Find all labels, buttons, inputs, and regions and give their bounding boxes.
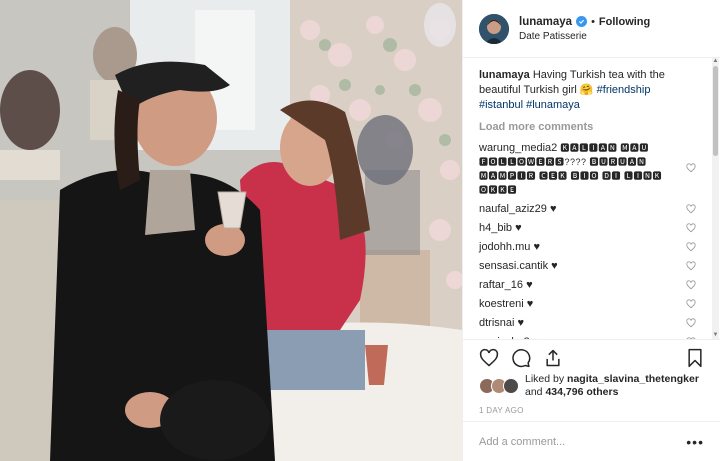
comment-row: dtrisnai ♥ bbox=[479, 316, 696, 330]
comment-text-block: dtrisnai ♥ bbox=[479, 316, 686, 330]
comment-text: ♥ bbox=[526, 298, 534, 310]
comment-text: ♥ bbox=[533, 241, 540, 253]
likes-count-link[interactable]: 434,796 others bbox=[545, 386, 618, 398]
comment-row: h4_bib ♥ bbox=[479, 221, 696, 235]
likes-summary: Liked by nagita_slavina_thetengker and 4… bbox=[479, 373, 704, 399]
load-more-comments-button[interactable]: Load more comments bbox=[479, 121, 696, 133]
likes-and: and bbox=[525, 386, 543, 398]
action-bar bbox=[463, 339, 720, 375]
bookmark-icon[interactable] bbox=[686, 348, 704, 368]
like-comment-heart-icon[interactable] bbox=[686, 242, 696, 252]
location-link[interactable]: Date Patisserie bbox=[519, 31, 650, 42]
post-window: lunamaya • Following Date Patisserie lun… bbox=[0, 0, 720, 461]
liker-avatars bbox=[479, 378, 519, 394]
comment-text: ♥ bbox=[517, 317, 525, 329]
comment-username[interactable]: dtrisnai bbox=[479, 317, 514, 329]
scrollbar-thumb[interactable] bbox=[713, 66, 718, 156]
comment-username[interactable]: naufal_aziz29 bbox=[479, 203, 547, 215]
comment-text-block: koestreni ♥ bbox=[479, 297, 686, 311]
liker-username-link[interactable]: nagita_slavina_thetengker bbox=[567, 373, 699, 385]
header-text: lunamaya • Following Date Patisserie bbox=[519, 16, 650, 42]
following-button[interactable]: Following bbox=[599, 16, 650, 28]
post-side-panel: lunamaya • Following Date Patisserie lun… bbox=[462, 0, 720, 461]
comment-username[interactable]: koestreni bbox=[479, 298, 524, 310]
like-comment-heart-icon[interactable] bbox=[686, 223, 696, 233]
like-comment-heart-icon[interactable] bbox=[686, 280, 696, 290]
scroll-up-arrow-icon[interactable]: ▲ bbox=[712, 58, 719, 65]
comment-text-block: naufal_aziz29 ♥ bbox=[479, 202, 686, 216]
username-link[interactable]: lunamaya bbox=[519, 16, 572, 28]
comment-text-block: sensasi.cantik ♥ bbox=[479, 259, 686, 273]
like-heart-icon[interactable] bbox=[479, 348, 499, 368]
comment-row: naufal_aziz29 ♥ bbox=[479, 202, 696, 216]
add-comment-bar: Add a comment... ••• bbox=[463, 421, 720, 461]
more-options-icon[interactable]: ••• bbox=[686, 434, 704, 450]
comment-text-block: warung_media2 🅺🅰🅻🅸🅰🅽 🅼🅰🆄 🅵🅾🅻🅻🅾🆆🅴🆁🆂???? 🅱… bbox=[479, 141, 686, 197]
like-comment-heart-icon[interactable] bbox=[686, 318, 696, 328]
comments-scrollbar[interactable]: ▲ ▼ bbox=[712, 58, 719, 339]
comment-row: jodohh.mu ♥ bbox=[479, 240, 696, 254]
post-photo[interactable] bbox=[0, 0, 462, 461]
separator-dot: • bbox=[591, 15, 595, 28]
comment-text: ♥ bbox=[549, 203, 557, 215]
comment-row: warung_media2 🅺🅰🅻🅸🅰🅽 🅼🅰🆄 🅵🅾🅻🅻🅾🆆🅴🆁🆂???? 🅱… bbox=[479, 141, 696, 197]
likes-text: Liked by nagita_slavina_thetengker and 4… bbox=[525, 373, 699, 399]
like-comment-heart-icon[interactable] bbox=[686, 204, 696, 214]
caption: lunamaya Having Turkish tea with the bea… bbox=[479, 68, 696, 113]
comment-username[interactable]: h4_bib bbox=[479, 222, 512, 234]
like-comment-heart-icon[interactable] bbox=[686, 163, 696, 173]
like-comment-heart-icon[interactable] bbox=[686, 261, 696, 271]
scroll-down-arrow-icon[interactable]: ▼ bbox=[712, 332, 719, 339]
comment-username[interactable]: warung_media2 bbox=[479, 142, 557, 154]
photo-image bbox=[0, 0, 462, 461]
caption-username[interactable]: lunamaya bbox=[479, 69, 530, 81]
comment-text: ♥ bbox=[515, 222, 522, 234]
add-comment-input[interactable]: Add a comment... bbox=[479, 436, 565, 448]
comment-row: raftar_16 ♥ bbox=[479, 278, 696, 292]
hashtag-link[interactable]: #friendship bbox=[597, 84, 651, 96]
comment-row: koestreni ♥ bbox=[479, 297, 696, 311]
comment-text: ♥ bbox=[551, 260, 558, 272]
hashtag-link[interactable]: #lunamaya bbox=[526, 99, 580, 111]
comment-username[interactable]: jodohh.mu bbox=[479, 241, 530, 253]
post-timestamp[interactable]: 1 DAY AGO bbox=[479, 406, 524, 415]
header-line: lunamaya • Following bbox=[519, 16, 650, 28]
comment-username[interactable]: sensasi.cantik bbox=[479, 260, 548, 272]
share-upload-icon[interactable] bbox=[543, 348, 563, 368]
avatar-image bbox=[479, 13, 509, 44]
comment-text-block: raftar_16 ♥ bbox=[479, 278, 686, 292]
comment-text-block: jodohh.mu ♥ bbox=[479, 240, 686, 254]
like-comment-heart-icon[interactable] bbox=[686, 299, 696, 309]
avatar[interactable] bbox=[479, 13, 509, 44]
comment-row: sensasi.cantik ♥ bbox=[479, 259, 696, 273]
hashtag-link[interactable]: #istanbul bbox=[479, 99, 523, 111]
comment-username[interactable]: raftar_16 bbox=[479, 279, 523, 291]
verified-badge-icon bbox=[576, 16, 588, 27]
comments-list[interactable]: lunamaya Having Turkish tea with the bea… bbox=[463, 58, 712, 339]
comment-text-block: h4_bib ♥ bbox=[479, 221, 686, 235]
likes-prefix: Liked by bbox=[525, 373, 565, 385]
comment-text: ♥ bbox=[526, 279, 533, 291]
comment-bubble-icon[interactable] bbox=[511, 348, 531, 368]
post-header: lunamaya • Following Date Patisserie bbox=[463, 0, 720, 58]
liker-avatar[interactable] bbox=[503, 378, 519, 394]
